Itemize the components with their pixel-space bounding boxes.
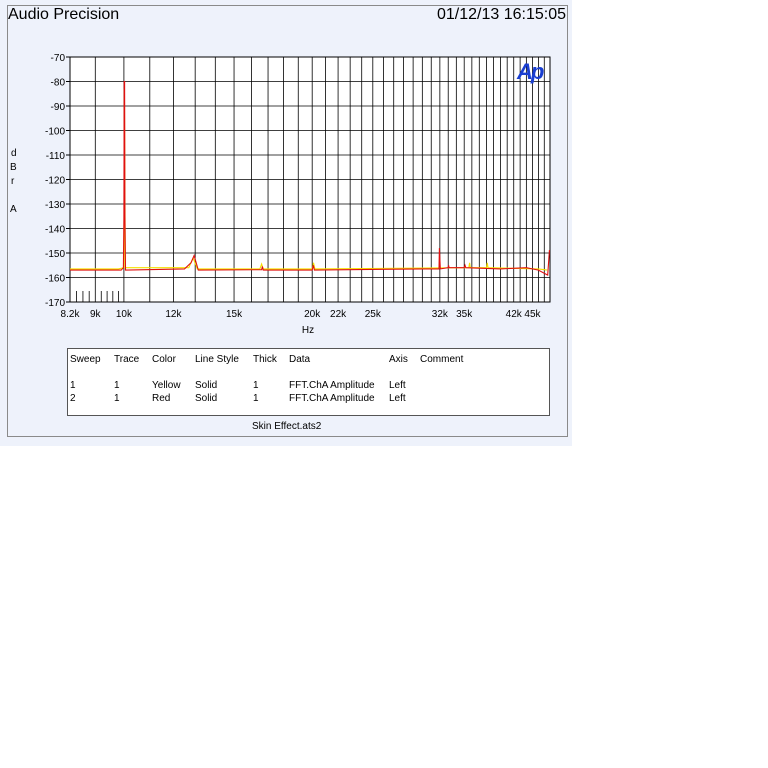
y-axis-label: d B r A xyxy=(10,148,17,215)
x-tick-label: 15k xyxy=(226,309,243,320)
legend-cell: Solid xyxy=(195,380,218,391)
legend-header-cell: Trace xyxy=(114,354,140,365)
legend-table: Sweep Trace Color Line Style Thick Data Axis Co… xyxy=(67,348,550,416)
x-tick-label: 45k xyxy=(524,309,541,320)
legend-row: 2 1 Red Solid 1 FFT.ChA Amplitude Left xyxy=(70,392,480,405)
legend-header-cell: Color xyxy=(152,354,176,365)
x-tick-label: 12k xyxy=(165,309,182,320)
legend-header-cell: Comment xyxy=(420,354,464,365)
legend-cell: 1 xyxy=(70,380,76,391)
y-tick-labels: -70 -80 -90 -100 -110 -120 -130 -140 -150 -160 -17… xyxy=(45,53,65,309)
legend-header-cell: Line Style xyxy=(195,354,239,365)
x-tick-label: 9k xyxy=(90,309,102,320)
legend-cell: Left xyxy=(389,393,406,404)
legend-cell: Yellow xyxy=(152,380,181,391)
y-tick-label: -70 xyxy=(51,53,66,64)
legend-cell: Left xyxy=(389,380,406,391)
legend-cell: 1 xyxy=(253,393,259,404)
graph-panel: Audio Precision 01/12/13 16:15:05 -70 -80… xyxy=(0,0,572,446)
x-axis-label: Hz xyxy=(302,325,314,336)
y-tick-label: -130 xyxy=(45,200,65,211)
legend-cell xyxy=(420,392,480,405)
legend-header-cell: Sweep xyxy=(70,354,101,365)
legend-cell: 1 xyxy=(114,380,120,391)
legend-header-cell: Axis xyxy=(389,354,408,365)
x-tick-label: 42k xyxy=(506,309,523,320)
file-name: Skin Effect.ats2 xyxy=(252,421,322,432)
legend-cell: FFT.ChA Amplitude xyxy=(289,380,375,391)
x-tick-label: 35k xyxy=(456,309,473,320)
y-tick-label: -90 xyxy=(51,102,66,113)
y-axis-label-char: B xyxy=(10,162,17,173)
y-axis-label-char: r xyxy=(11,176,15,187)
y-tick-label: -110 xyxy=(46,151,66,162)
legend-header-cell: Thick xyxy=(253,354,277,365)
legend-row: 1 1 Yellow Solid 1 FFT.ChA Amplitude Left xyxy=(70,379,480,392)
x-tick-label: 8.2k xyxy=(61,309,81,320)
x-tick-label: 32k xyxy=(432,309,449,320)
legend-cell: 1 xyxy=(114,393,120,404)
legend-cell: Red xyxy=(152,393,171,404)
y-tick-label: -150 xyxy=(45,249,65,260)
y-tick-label: -160 xyxy=(45,274,65,285)
y-tick-label: -100 xyxy=(45,127,65,138)
legend-cell: 1 xyxy=(253,380,259,391)
legend-header-row: Sweep Trace Color Line Style Thick Data Axis Co… xyxy=(70,354,480,379)
ap-logo: Ap xyxy=(516,59,544,84)
y-tick-label: -120 xyxy=(45,176,65,187)
x-tick-label: 25k xyxy=(365,309,382,320)
x-tick-label: 22k xyxy=(330,309,347,320)
x-tick-labels: 8.2k 9k 10k 12k 15k 20k 22k 25k 32k 35k 42k 45k xyxy=(61,309,542,320)
legend-cell xyxy=(420,379,480,392)
y-tick-label: -80 xyxy=(51,78,66,89)
x-tick-label: 10k xyxy=(116,309,133,320)
legend-header-cell: Data xyxy=(289,354,311,365)
legend-cell: Solid xyxy=(195,393,218,404)
y-axis-label-char: d xyxy=(11,148,17,159)
legend-cell: 2 xyxy=(70,393,76,404)
y-axis-label-char: A xyxy=(10,204,17,215)
y-tick-label: -140 xyxy=(45,225,65,236)
x-tick-label: 20k xyxy=(304,309,321,320)
y-tick-label: -170 xyxy=(45,298,65,309)
legend-cell: FFT.ChA Amplitude xyxy=(289,393,375,404)
